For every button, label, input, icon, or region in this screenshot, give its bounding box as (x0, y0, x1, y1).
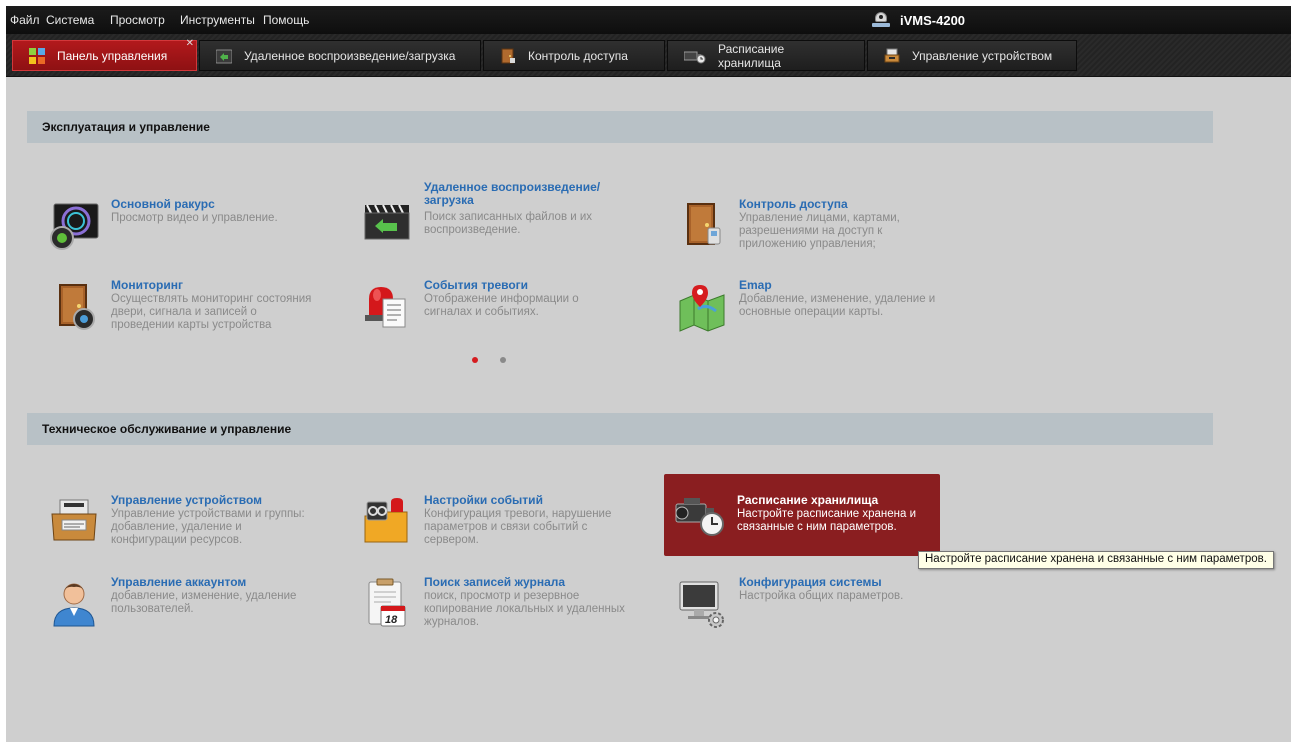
event-settings-icon (361, 496, 413, 548)
card-title: Конфигурация системы (739, 575, 882, 589)
log-search-icon: 18 (361, 578, 413, 630)
tab-label: Контроль доступа (528, 48, 628, 63)
tab-label: Управление устройством (912, 48, 1053, 63)
remote-playback-icon (361, 195, 413, 247)
card-description: Управление лицами, картами, разрешениями… (739, 212, 900, 250)
card-emap[interactable]: Emap Добавление, изменение, удаление и о… (666, 275, 941, 357)
device-management-icon (48, 496, 100, 548)
card-description: Просмотр видео и управление. (111, 212, 278, 224)
tab-label: Удаленное воспроизведение/загрузка (244, 48, 456, 63)
section-header-operation: Эксплуатация и управление (27, 111, 1213, 143)
tab-bar: Панель управления ✕ Удаленное воспроизве… (6, 34, 1291, 77)
storage-schedule-icon (674, 490, 726, 542)
tab-label: Расписание хранилища (718, 41, 785, 70)
section-title: Техническое обслуживание и управление (42, 422, 292, 436)
card-description: поиск, просмотр и резервное копирование … (424, 590, 625, 628)
card-alarm-events[interactable]: События тревоги Отображение информации о… (351, 275, 626, 357)
tab-storage-schedule[interactable]: Расписание хранилища (667, 40, 865, 71)
camera-logo-icon (872, 12, 890, 28)
card-remote-playback[interactable]: Удаленное воспроизведение/ загрузка Поис… (351, 181, 626, 263)
section-title: Эксплуатация и управление (42, 120, 210, 134)
access-control-icon (676, 200, 728, 252)
alarm-event-icon (361, 281, 413, 333)
grid-icon (29, 47, 45, 64)
card-title: Управление устройством (111, 493, 263, 507)
card-title: Удаленное воспроизведение/ загрузка (424, 180, 601, 207)
tab-remote-playback[interactable]: Удаленное воспроизведение/загрузка (199, 40, 481, 71)
door-monitoring-icon (48, 281, 100, 333)
system-config-icon (676, 578, 728, 630)
card-description: Настройка общих параметров. (739, 590, 904, 602)
menu-file[interactable]: Файл (10, 13, 40, 27)
camera-clock-icon (683, 48, 706, 64)
card-description: Поиск записанных файлов и их воспроизвед… (424, 211, 593, 236)
card-log-search[interactable]: 18 Поиск записей журнала поиск, просмотр… (351, 572, 626, 654)
tab-device-management[interactable]: Управление устройством (867, 40, 1077, 71)
card-title: Управление аккаунтом (111, 575, 247, 589)
tooltip: Настройте расписание хранена и связанные… (918, 551, 1274, 569)
tab-control-panel[interactable]: Панель управления ✕ (12, 39, 197, 71)
card-description: Конфигурация тревоги, нарушение параметр… (424, 508, 612, 546)
account-icon (48, 578, 100, 630)
card-monitoring[interactable]: Мониторинг Осуществлять мониторинг состо… (38, 275, 313, 357)
page-dot-2[interactable] (500, 357, 506, 363)
card-title: Расписание хранилища (737, 493, 879, 507)
page-dot-1[interactable] (472, 357, 478, 363)
card-title: События тревоги (424, 278, 529, 292)
card-description: Осуществлять мониторинг состояния двери,… (111, 293, 312, 331)
menu-bar: Файл Система Просмотр Инструменты Помощь… (6, 6, 1291, 34)
card-description: Настройте расписание хранена и связанные… (737, 508, 917, 533)
app-title: iVMS-4200 (872, 10, 965, 30)
card-description: добавление, изменение, удаление пользова… (111, 590, 297, 615)
section-header-maintenance: Техническое обслуживание и управление (27, 413, 1213, 445)
app-name: iVMS-4200 (900, 12, 966, 28)
card-title: Основной ракурс (111, 197, 215, 211)
card-system-config[interactable]: Конфигурация системы Настройка общих пар… (666, 572, 941, 654)
device-icon (884, 48, 900, 64)
tab-access-control[interactable]: Контроль доступа (483, 40, 665, 71)
card-description: Добавление, изменение, удаление и основн… (739, 293, 936, 318)
card-title: Мониторинг (111, 278, 183, 292)
card-account-management[interactable]: Управление аккаунтом добавление, изменен… (38, 572, 313, 654)
door-icon (500, 48, 516, 64)
card-title: Поиск записей журнала (424, 575, 566, 589)
menu-tools[interactable]: Инструменты (180, 13, 255, 27)
close-icon[interactable]: ✕ (186, 39, 194, 49)
card-title: Контроль доступа (739, 197, 848, 211)
menu-help[interactable]: Помощь (263, 13, 309, 27)
card-description: Управление устройствами и группы: добавл… (111, 508, 305, 546)
menu-system[interactable]: Система (46, 13, 94, 27)
card-title: Emap (739, 278, 772, 292)
card-event-settings[interactable]: Настройки событий Конфигурация тревоги, … (351, 490, 626, 572)
menu-view[interactable]: Просмотр (110, 13, 165, 27)
card-main-view[interactable]: Основной ракурс Просмотр видео и управле… (38, 194, 313, 276)
map-icon (676, 281, 728, 333)
live-view-icon (48, 200, 100, 252)
card-description: Отображение информации о сигналах и собы… (424, 293, 579, 318)
card-storage-schedule[interactable]: Расписание хранилища Настройте расписани… (664, 474, 940, 556)
control-panel-content: Эксплуатация и управление Основной ракур… (6, 77, 1291, 742)
card-title: Настройки событий (424, 493, 543, 507)
playback-icon (215, 48, 233, 64)
card-access-control[interactable]: Контроль доступа Управление лицами, карт… (666, 194, 941, 276)
page-indicator (472, 357, 506, 363)
tab-label: Панель управления (57, 48, 168, 63)
card-device-management[interactable]: Управление устройством Управление устрой… (38, 490, 313, 572)
calendar-day: 18 (385, 614, 398, 626)
